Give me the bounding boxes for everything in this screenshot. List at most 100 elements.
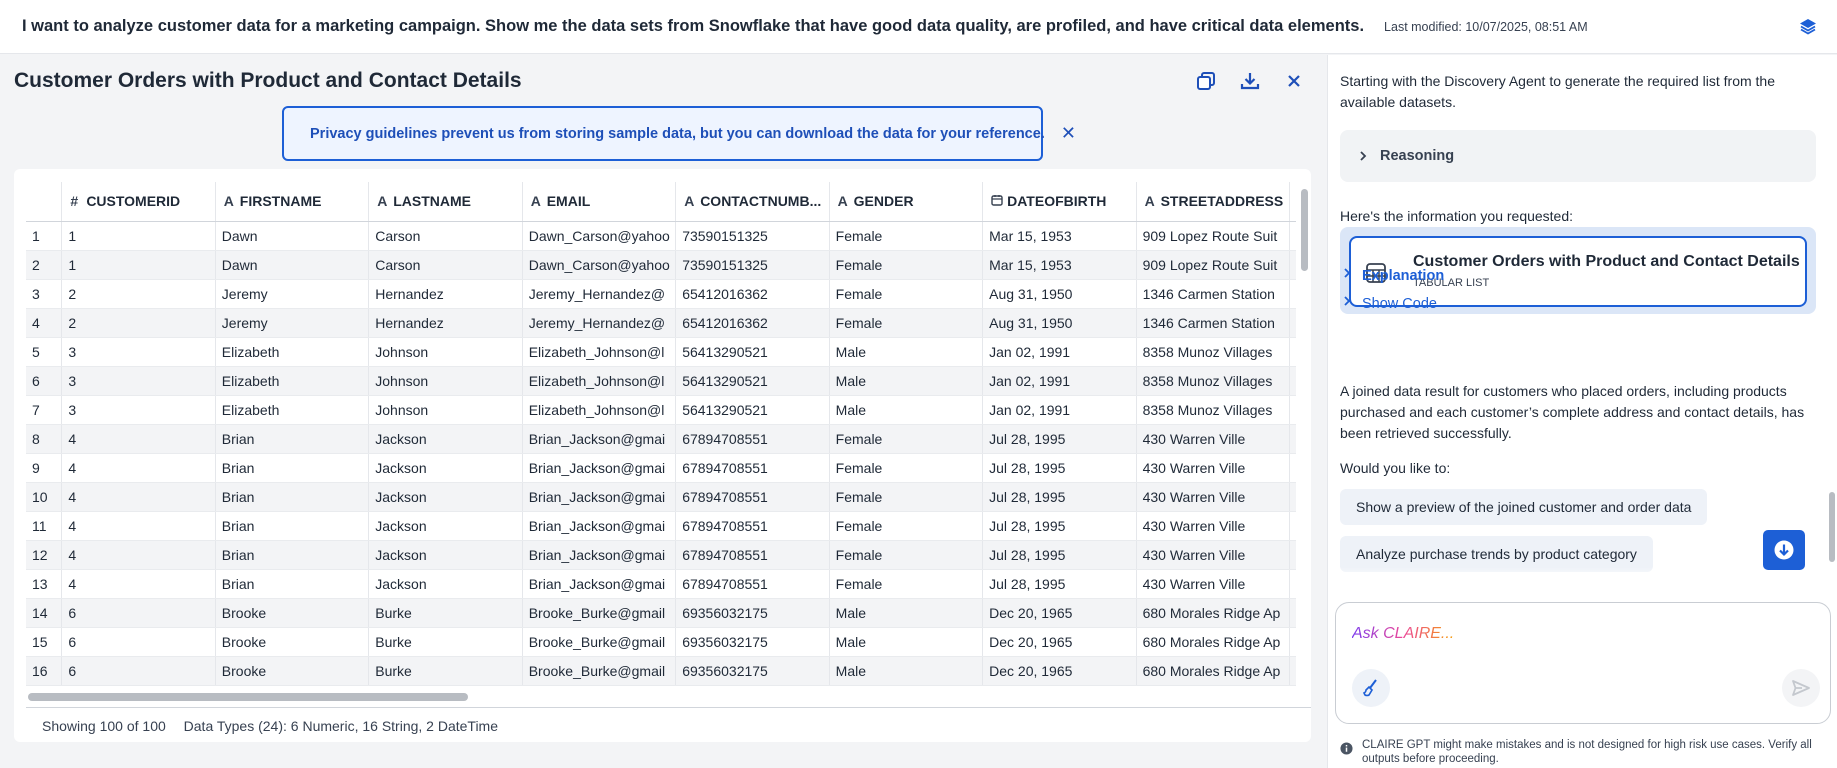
table-cell: 4 bbox=[61, 453, 216, 483]
table-cell: 1346 Carmen Station bbox=[1136, 308, 1291, 338]
copy-button[interactable] bbox=[1190, 65, 1222, 97]
row-number: 6 bbox=[26, 366, 63, 396]
table-cell: Dec 20, 1965 bbox=[982, 627, 1137, 657]
table-cell: 1 bbox=[61, 250, 216, 280]
table-cell: Female bbox=[829, 424, 984, 454]
ask-placeholder[interactable]: Ask CLAIRE... bbox=[1352, 625, 1454, 643]
table-cell: 69356032175 bbox=[675, 656, 830, 686]
column-header-label: LASTNAME bbox=[393, 193, 472, 210]
table-cell: Sou bbox=[1289, 424, 1296, 454]
chat-scrollbar[interactable] bbox=[1829, 492, 1835, 562]
column-header[interactable]: A EMAIL bbox=[522, 182, 677, 222]
table-cell: New bbox=[1289, 366, 1296, 396]
table-cell: Mar 15, 1953 bbox=[982, 221, 1137, 251]
table-cell: Carson bbox=[368, 221, 523, 251]
table-row: 8 4 Brian Jackson Brian_Jackson@gmai 67894708… bbox=[26, 424, 1296, 454]
table-cell: 6 bbox=[61, 598, 216, 628]
top-bar: I want to analyze customer data for a ma… bbox=[0, 0, 1837, 54]
table-cell: Jackson bbox=[368, 482, 523, 512]
would-you-like: Would you like to: bbox=[1340, 460, 1451, 476]
chat-panel: Starting with the Discovery Agent to gen… bbox=[1327, 55, 1837, 768]
table-cell: 69356032175 bbox=[675, 627, 830, 657]
table-cell: Jeremy_Hernandez@ bbox=[522, 308, 677, 338]
scroll-down-button[interactable] bbox=[1763, 530, 1805, 570]
horizontal-scrollbar[interactable] bbox=[28, 693, 468, 701]
column-header[interactable]: DATEOFBIRTH bbox=[982, 182, 1137, 222]
column-header[interactable]: A LASTNAME bbox=[368, 182, 523, 222]
table-row: 12 4 Brian Jackson Brian_Jackson@gmai 6789470… bbox=[26, 540, 1296, 570]
string-type-icon: A bbox=[530, 193, 541, 210]
column-header[interactable]: A CONTACTNUMB... bbox=[675, 182, 830, 222]
chevron-right-icon bbox=[1344, 268, 1351, 278]
row-number: 14 bbox=[26, 598, 63, 628]
table-cell: Jul 28, 1995 bbox=[982, 482, 1137, 512]
ask-input-box[interactable]: Ask CLAIRE... bbox=[1335, 602, 1831, 724]
column-header[interactable]: A GENDER bbox=[829, 182, 984, 222]
show-code-toggle[interactable]: Show Code bbox=[1340, 294, 1437, 312]
string-type-icon: A bbox=[377, 193, 388, 210]
download-button[interactable] bbox=[1234, 65, 1266, 97]
table-cell: Jackson bbox=[368, 540, 523, 570]
table-row: 16 6 Brooke Burke Brooke_Burke@gmail 69356032… bbox=[26, 656, 1296, 686]
table-cell: Brooke bbox=[215, 627, 370, 657]
column-header-label: CONTACTNUMB... bbox=[700, 193, 822, 210]
table-cell: Female bbox=[829, 221, 984, 251]
table-cell: Jackson bbox=[368, 569, 523, 599]
notice-close-button[interactable]: ✕ bbox=[1061, 123, 1076, 144]
column-header[interactable]: AC bbox=[1289, 182, 1296, 222]
table-cell: 8358 Munoz Villages bbox=[1136, 337, 1291, 367]
table-cell: Johnson bbox=[368, 366, 523, 396]
scroll-fade bbox=[1328, 567, 1828, 583]
close-button[interactable] bbox=[1278, 65, 1310, 97]
row-count: Showing 100 of 100 bbox=[42, 718, 166, 734]
table-cell: Jackson bbox=[368, 424, 523, 454]
clear-button[interactable] bbox=[1352, 669, 1390, 707]
table-cell: Brian_Jackson@gmai bbox=[522, 540, 677, 570]
table-row: 5 3 Elizabeth Johnson Elizabeth_Johnson@l 564… bbox=[26, 337, 1296, 367]
vertical-scrollbar[interactable] bbox=[1301, 189, 1308, 271]
row-number: 16 bbox=[26, 656, 63, 686]
table-cell: Elizabeth bbox=[215, 395, 370, 425]
table-cell: 430 Warren Ville bbox=[1136, 569, 1291, 599]
privacy-notice-text: Privacy guidelines prevent us from stori… bbox=[310, 125, 1045, 142]
table-cell: Jul 28, 1995 bbox=[982, 424, 1137, 454]
table-cell: Brian bbox=[215, 540, 370, 570]
suggestion-button[interactable]: Show a preview of the joined customer an… bbox=[1340, 489, 1708, 525]
table-cell: 909 Lopez Route Suit bbox=[1136, 250, 1291, 280]
table-body: 1 1 Dawn Carson Dawn_Carson@yahoo 73590151325… bbox=[26, 221, 1296, 686]
agent-response: A joined data result for customers who p… bbox=[1340, 383, 1805, 441]
table-cell: 680 Morales Ridge Ap bbox=[1136, 627, 1291, 657]
table-cell: Dawn bbox=[215, 221, 370, 251]
table-cell: Tyle bbox=[1289, 221, 1296, 251]
table-cell: Brian_Jackson@gmai bbox=[522, 424, 677, 454]
table-cell: Female bbox=[829, 308, 984, 338]
disclaimer: CLAIRE GPT might make mistakes and is no… bbox=[1340, 738, 1830, 766]
layers-button[interactable] bbox=[1793, 12, 1823, 42]
table-cell: 4 bbox=[61, 569, 216, 599]
row-number: 11 bbox=[26, 511, 63, 541]
table-cell: Female bbox=[829, 279, 984, 309]
reasoning-toggle[interactable]: Reasoning bbox=[1340, 130, 1816, 182]
table-cell: 69356032175 bbox=[675, 598, 830, 628]
column-header-label: FIRSTNAME bbox=[239, 193, 322, 210]
table-cell: Brooke_Burke@gmail bbox=[522, 627, 677, 657]
column-header[interactable]: # CUSTOMERID bbox=[61, 182, 216, 222]
column-header[interactable]: A STREETADDRESS bbox=[1136, 182, 1291, 222]
row-number: 4 bbox=[26, 308, 63, 338]
send-button[interactable] bbox=[1782, 669, 1820, 707]
table-cell: 6 bbox=[61, 656, 216, 686]
result-card-title: Customer Orders with Product and Contact… bbox=[1413, 253, 1800, 270]
data-table-scroll[interactable]: # CUSTOMERID A FIRSTNAME A LASTNAME A EMAIL A CON… bbox=[26, 182, 1296, 687]
table-cell: Brian bbox=[215, 424, 370, 454]
string-type-icon: A bbox=[837, 193, 848, 210]
table-row: 6 3 Elizabeth Johnson Elizabeth_Johnson@l 564… bbox=[26, 366, 1296, 396]
table-cell: Male bbox=[829, 337, 984, 367]
explanation-toggle[interactable]: Explanation bbox=[1340, 266, 1444, 284]
table-cell: Sou bbox=[1289, 453, 1296, 483]
table-cell: Jan 02, 1991 bbox=[982, 395, 1137, 425]
row-number: 5 bbox=[26, 337, 63, 367]
table-cell: 3 bbox=[61, 395, 216, 425]
table-cell: 680 Morales Ridge Ap bbox=[1136, 598, 1291, 628]
table-cell: Port bbox=[1289, 308, 1296, 338]
column-header[interactable]: A FIRSTNAME bbox=[215, 182, 370, 222]
